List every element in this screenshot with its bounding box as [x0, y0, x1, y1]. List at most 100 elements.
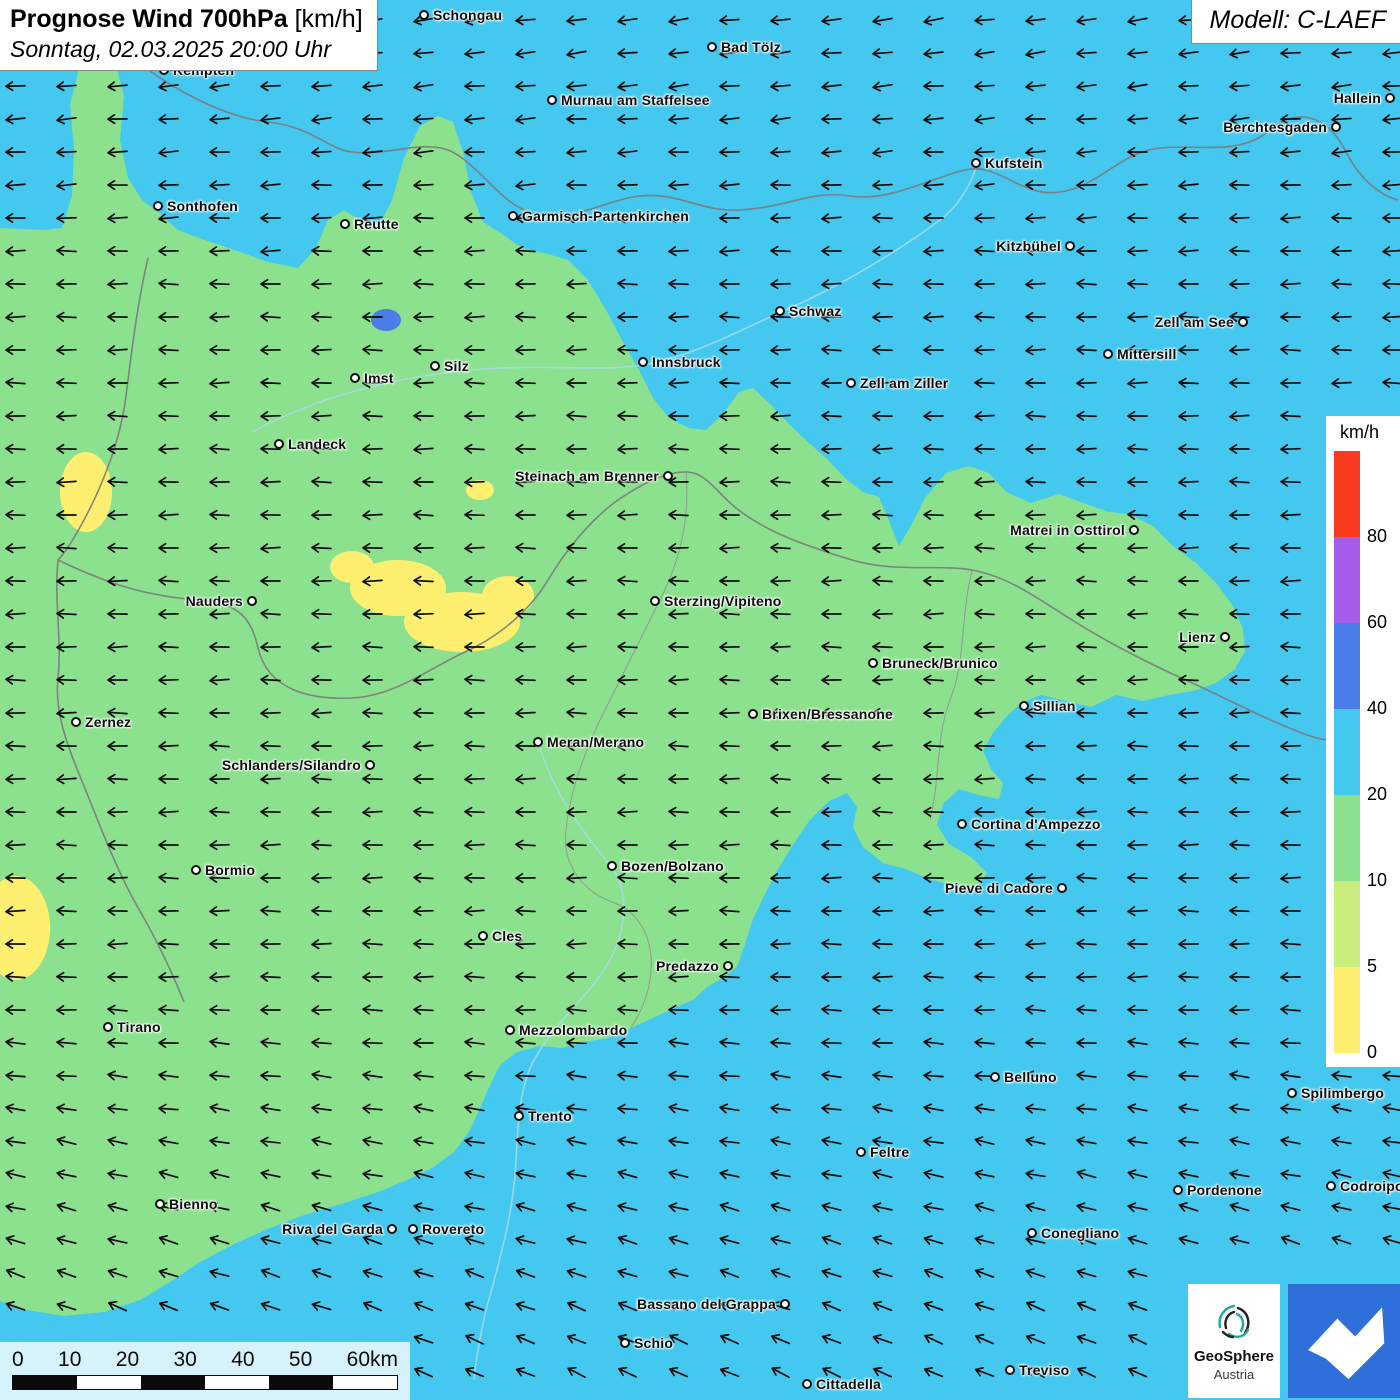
city-label: Schongau [433, 7, 502, 23]
legend-segment: 40 [1334, 623, 1360, 709]
city-marker [155, 1199, 165, 1209]
city-marker [775, 306, 785, 316]
wind-forecast-map: SchongauBad TölzKemptenMurnau am Staffel… [0, 0, 1400, 1400]
legend-tick-label: 0 [1367, 1042, 1377, 1063]
city-marker [340, 219, 350, 229]
city-marker [387, 1224, 397, 1234]
page-title: Prognose Wind 700hPa [km/h] [10, 5, 363, 34]
city-marker [1103, 349, 1113, 359]
city-label: Tirano [117, 1019, 161, 1035]
city-label: Sonthofen [167, 198, 238, 214]
city-layer: SchongauBad TölzKemptenMurnau am Staffel… [0, 0, 1400, 1400]
title-box: Prognose Wind 700hPa [km/h] Sonntag, 02.… [0, 0, 378, 71]
city-label: Landeck [288, 436, 346, 452]
title-text: Prognose Wind 700hPa [10, 5, 288, 33]
legend-segment: 10 [1334, 795, 1360, 881]
city-label: Treviso [1019, 1362, 1069, 1378]
city-marker [247, 596, 257, 606]
city-label: Kitzbühel [996, 238, 1061, 254]
city-marker [408, 1224, 418, 1234]
city-marker [1129, 525, 1139, 535]
city-label: Lienz [1179, 629, 1216, 645]
city-marker [707, 42, 717, 52]
city-label: Riva del Garda [282, 1221, 383, 1237]
scalebar-label: 20 [116, 1348, 139, 1372]
legend-segment: 60 [1334, 537, 1360, 623]
title-unit: [km/h] [295, 5, 363, 33]
legend-tick-label: 20 [1367, 784, 1387, 805]
city-marker [1019, 701, 1029, 711]
legend-segment: 0 [1334, 967, 1360, 1053]
geosphere-logo-mark [1288, 1284, 1400, 1398]
city-label: Bad Tölz [721, 39, 781, 55]
legend-segment: 80 [1334, 451, 1360, 537]
city-marker [103, 1022, 113, 1032]
city-label: Rovereto [422, 1221, 484, 1237]
city-marker [971, 158, 981, 168]
city-marker [1326, 1181, 1336, 1191]
city-label: Mezzolombardo [519, 1022, 627, 1038]
legend-unit-label: km/h [1326, 416, 1400, 451]
city-label: Feltre [870, 1144, 909, 1160]
city-label: Hallein [1334, 90, 1381, 106]
city-label: Garmisch-Partenkirchen [522, 208, 689, 224]
city-label: Silz [444, 358, 469, 374]
city-marker [505, 1025, 515, 1035]
city-label: Mittersill [1117, 346, 1177, 362]
legend-color-scale: 806040201050 [1326, 451, 1400, 1053]
logo-brand-text: GeoSphere [1194, 1348, 1274, 1365]
city-marker [547, 95, 557, 105]
city-marker [1065, 241, 1075, 251]
map-scalebar: 0102030405060km [0, 1342, 410, 1400]
scalebar-label: 0 [12, 1348, 24, 1372]
city-marker [846, 378, 856, 388]
legend-tick-label: 60 [1367, 612, 1387, 633]
city-marker [71, 717, 81, 727]
city-label: Sillian [1033, 698, 1076, 714]
city-marker [638, 357, 648, 367]
city-marker [868, 658, 878, 668]
city-label: Bormio [205, 862, 255, 878]
city-label: Zell am Ziller [860, 375, 948, 391]
city-marker [1287, 1088, 1297, 1098]
city-marker [419, 10, 429, 20]
city-marker [191, 865, 201, 875]
city-label: Zernez [85, 714, 131, 730]
legend-segment: 20 [1334, 709, 1360, 795]
city-label: Meran/Merano [547, 734, 644, 750]
city-marker [365, 760, 375, 770]
city-marker [957, 819, 967, 829]
city-label: Matrei in Osttirol [1010, 522, 1125, 538]
city-label: Codroipo [1340, 1178, 1400, 1194]
mountain-arrow-icon [1288, 1284, 1400, 1398]
model-label: Modell: C-LAEF [1191, 0, 1400, 44]
legend: km/h 806040201050 [1326, 416, 1400, 1067]
scalebar-label: 10 [58, 1348, 81, 1372]
logo-country-text: Austria [1214, 1367, 1254, 1382]
city-label: Bruneck/Brunico [882, 655, 998, 671]
city-marker [802, 1379, 812, 1389]
city-label: Cles [492, 928, 522, 944]
city-label: Zell am See [1155, 314, 1234, 330]
legend-segment: 5 [1334, 881, 1360, 967]
scalebar-label: 40 [231, 1348, 254, 1372]
city-marker [514, 1111, 524, 1121]
city-label: Brixen/Bressanone [762, 706, 893, 722]
legend-tick-label: 10 [1367, 870, 1387, 891]
city-label: Berchtesgaden [1223, 119, 1327, 135]
city-marker [620, 1338, 630, 1348]
city-label: Schlanders/Silandro [222, 757, 361, 773]
city-label: Schwaz [789, 303, 842, 319]
city-marker [856, 1147, 866, 1157]
city-marker [663, 471, 673, 481]
city-label: Belluno [1004, 1069, 1057, 1085]
city-marker [1005, 1365, 1015, 1375]
city-marker [607, 861, 617, 871]
city-marker [153, 201, 163, 211]
city-marker [650, 596, 660, 606]
city-marker [780, 1299, 790, 1309]
scalebar-label: 30 [173, 1348, 196, 1372]
city-marker [1331, 122, 1341, 132]
city-label: Nauders [186, 593, 243, 609]
city-label: Predazzo [656, 958, 719, 974]
